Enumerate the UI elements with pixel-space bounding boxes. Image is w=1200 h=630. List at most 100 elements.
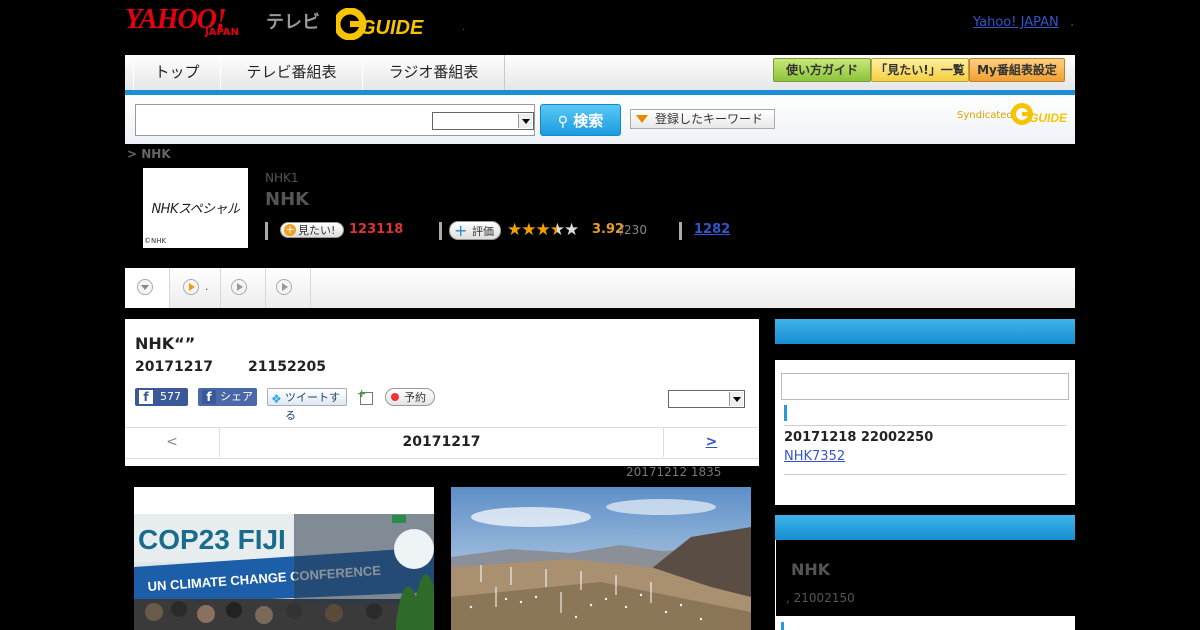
- thumbnail-title: NHKスペシャル: [151, 202, 240, 217]
- sidebar-box-2-header: [775, 515, 1075, 540]
- episode-image-cop23[interactable]: COP23 FIJI UN CLIMATE CHANGE CONFERENCE: [134, 487, 434, 630]
- sidebar-section-marker: [781, 622, 784, 630]
- reserve-button[interactable]: 予約: [385, 388, 435, 406]
- subtab-1[interactable]: [125, 268, 170, 308]
- star-half-icon: ★: [549, 220, 565, 240]
- rating-stars: ★★★★★: [507, 220, 579, 240]
- star-icon: ★: [535, 220, 551, 240]
- sidebar-broadcast-link[interactable]: NHK7352: [784, 449, 845, 464]
- thumbnail-credit: ©NHK: [144, 237, 167, 245]
- circle-play-icon: [276, 279, 292, 295]
- sidebar-box-1-black-band: [775, 344, 1075, 360]
- subtab-4[interactable]: [266, 268, 311, 308]
- search-button[interactable]: ⚲ 検索: [540, 104, 621, 136]
- triangle-down-icon: [636, 115, 648, 123]
- divider: [679, 222, 682, 240]
- circle-down-icon: [137, 279, 153, 295]
- star-icon: ★: [521, 220, 536, 240]
- facebook-like-button[interactable]: f 577: [135, 388, 188, 406]
- mitai-button[interactable]: + 見たい!: [280, 222, 344, 238]
- sidebar-input[interactable]: [781, 373, 1069, 400]
- facebook-share-button[interactable]: f シェア: [198, 388, 257, 406]
- mitai-list-button[interactable]: 「見たい!」一覧: [871, 58, 969, 82]
- select-arrow-box: [729, 392, 743, 406]
- tab-radio-schedule[interactable]: ラジオ番組表: [362, 55, 505, 90]
- channel-name: NHK1: [265, 171, 299, 185]
- chevron-down-icon: [733, 397, 741, 402]
- gguide-logo-text: GUIDE: [360, 17, 424, 39]
- chevron-down-icon: [141, 285, 149, 290]
- plus-icon: +: [454, 221, 468, 240]
- guide-button[interactable]: 使い方ガイド: [773, 58, 871, 82]
- plus-icon: +: [357, 387, 367, 400]
- header-dot: .: [462, 22, 466, 33]
- program-subtabs: .: [125, 268, 1075, 308]
- pager-next-button[interactable]: >: [664, 427, 759, 457]
- program-title: NHK: [265, 189, 310, 210]
- episode-select[interactable]: [668, 390, 745, 408]
- sidebar-box-2-footer: [775, 616, 1075, 630]
- rating-count: /230: [620, 223, 647, 237]
- chevron-down-icon: [522, 119, 530, 124]
- facebook-count: 577: [160, 390, 181, 403]
- reserve-label: 予約: [404, 391, 426, 404]
- sidebar-divider: [784, 474, 1066, 475]
- review-button[interactable]: + 評価: [449, 221, 501, 240]
- pager-current-date: 20171217: [402, 434, 481, 450]
- yahoo-japan-link[interactable]: Yahoo! JAPAN: [973, 15, 1059, 30]
- pager-prev-button[interactable]: <: [125, 427, 219, 457]
- play-icon: [282, 283, 288, 291]
- header-dot-right: .: [1070, 15, 1075, 30]
- global-nav: トップ テレビ番組表 ラジオ番組表 使い方ガイド 「見たい!」一覧 My番組表設…: [125, 55, 1075, 90]
- circle-play-icon: [183, 279, 199, 295]
- divider: [265, 222, 268, 240]
- episode-date: 20171217: [135, 359, 213, 375]
- star-icon: ★: [507, 220, 522, 240]
- mitai-count: 123118: [349, 222, 404, 237]
- twitter-bird-icon: ❖: [271, 392, 282, 406]
- mitai-label: 見たい!: [298, 224, 336, 237]
- gguide-logo[interactable]: GUIDE: [336, 8, 428, 40]
- updated-timestamp: 20171212 1835: [626, 465, 722, 479]
- sidebar-program-info: , 21002150: [786, 591, 855, 605]
- reviews-link[interactable]: 1282: [694, 222, 730, 237]
- play-icon: [237, 283, 243, 291]
- sidebar-box-1-header: [775, 319, 1075, 344]
- cop23-sign-text: COP23 FIJI: [138, 524, 286, 555]
- search-category-select[interactable]: [432, 112, 534, 130]
- search-button-label: 検索: [573, 112, 604, 130]
- facebook-share-label: シェア: [220, 390, 253, 403]
- record-dot-icon: [391, 393, 399, 401]
- tab-top[interactable]: トップ: [133, 55, 221, 90]
- episode-time: 21152205: [248, 359, 326, 375]
- my-schedule-button[interactable]: My番組表設定: [969, 58, 1065, 82]
- syndicated-gguide-text: GUIDE: [1029, 111, 1068, 125]
- star-empty-icon: ★: [564, 220, 579, 240]
- search-icon: ⚲: [557, 114, 568, 130]
- breadcrumb[interactable]: > NHK: [127, 147, 171, 161]
- select-arrow-box: [518, 114, 532, 128]
- subtab-2-label: .: [205, 280, 209, 293]
- episode-image-wind-farm[interactable]: [451, 487, 751, 630]
- add-calendar-icon[interactable]: +: [357, 387, 374, 405]
- subtab-2[interactable]: .: [170, 268, 221, 308]
- sidebar-section-marker: [784, 405, 787, 421]
- facebook-icon: f: [202, 390, 216, 404]
- syndicated-label: Syndicated: [957, 110, 1013, 121]
- tab-tv-schedule[interactable]: テレビ番組表: [220, 55, 363, 90]
- facebook-icon: f: [139, 390, 153, 404]
- registered-keyword-button[interactable]: 登録したキーワード: [630, 109, 775, 129]
- tv-logo-text[interactable]: テレビ: [266, 8, 320, 34]
- tweet-button[interactable]: ❖ ツイートする: [267, 388, 347, 422]
- sidebar-program-name[interactable]: NHK: [791, 560, 830, 579]
- episode-title: NHK“”: [135, 334, 196, 353]
- subtab-3[interactable]: [221, 268, 266, 308]
- sidebar-next-broadcast: 20171218 22002250: [784, 430, 934, 445]
- program-thumbnail: NHKスペシャル ©NHK: [143, 168, 248, 248]
- yahoo-logo-japan: JAPAN: [205, 27, 239, 38]
- plus-icon: +: [284, 223, 296, 236]
- divider: [439, 222, 442, 240]
- circle-play-icon: [231, 279, 247, 295]
- sidebar-divider: [784, 425, 1066, 426]
- syndicated-gguide-logo: GUIDE: [1012, 103, 1068, 125]
